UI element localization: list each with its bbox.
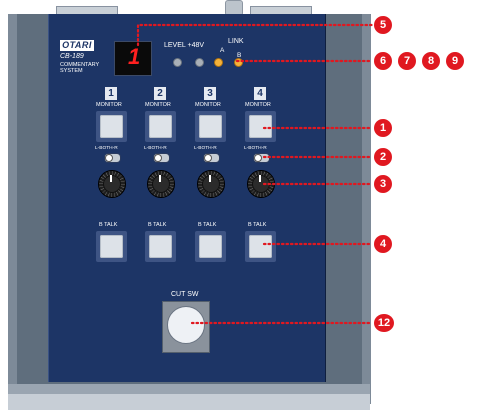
callout-6: 6 <box>374 52 392 70</box>
callout-2: 2 <box>374 148 392 166</box>
callout-3: 3 <box>374 175 392 193</box>
callout-1: 1 <box>374 119 392 137</box>
callout-8: 8 <box>422 52 440 70</box>
callout-4: 4 <box>374 235 392 253</box>
callout-9: 9 <box>446 52 464 70</box>
callout-5: 5 <box>374 16 392 34</box>
callout-12: 12 <box>374 314 394 332</box>
callout-7: 7 <box>398 52 416 70</box>
